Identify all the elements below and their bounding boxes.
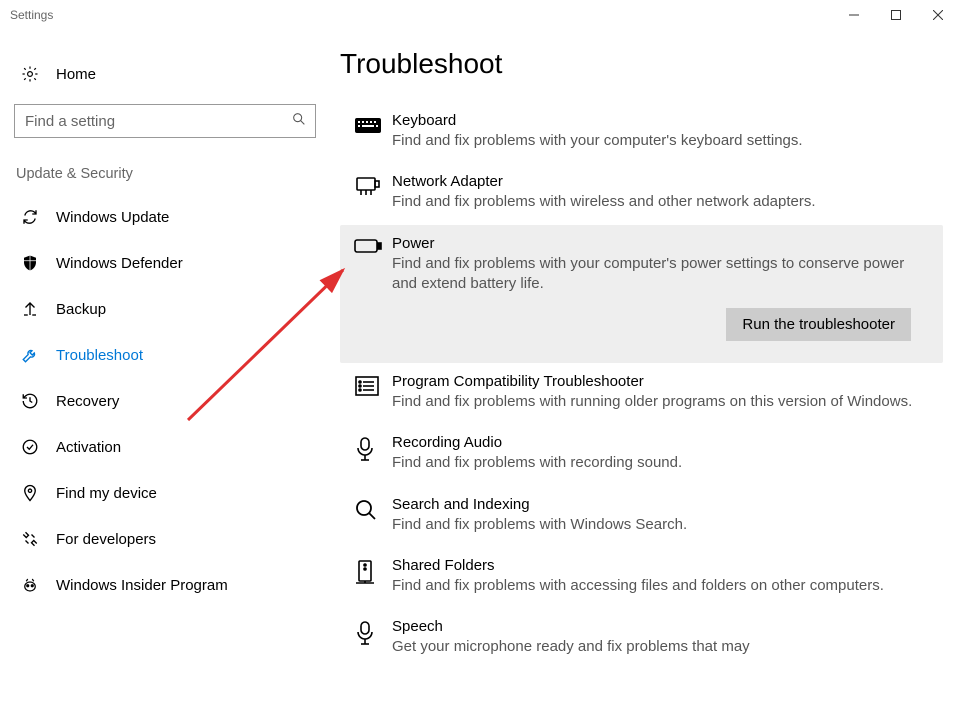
item-desc: Find and fix problems with Windows Searc…: [392, 515, 929, 535]
check-circle-icon: [20, 438, 40, 456]
home-button[interactable]: Home: [14, 52, 316, 96]
server-icon: [354, 557, 392, 587]
backup-icon: [20, 300, 40, 318]
sidebar: Home Update & Security Windows Update Wi…: [0, 30, 330, 719]
sidebar-item-label: Recovery: [56, 393, 119, 410]
troubleshoot-item-power[interactable]: Power Find and fix problems with your co…: [340, 225, 943, 364]
sidebar-item-activation[interactable]: Activation: [14, 424, 316, 470]
item-title: Network Adapter: [392, 173, 929, 190]
microphone-icon: [354, 434, 392, 464]
content-pane: Troubleshoot Keyboard Find and fix probl…: [330, 30, 963, 719]
maximize-button[interactable]: [875, 1, 917, 29]
maximize-icon: [891, 10, 901, 20]
item-desc: Find and fix problems with recording sou…: [392, 453, 929, 473]
sync-icon: [20, 208, 40, 226]
item-title: Power: [392, 235, 929, 252]
sidebar-item-windows-update[interactable]: Windows Update: [14, 194, 316, 240]
keyboard-icon: [354, 112, 392, 142]
item-desc: Find and fix problems with your computer…: [392, 131, 929, 151]
page-title: Troubleshoot: [340, 48, 943, 80]
sidebar-item-find-my-device[interactable]: Find my device: [14, 470, 316, 516]
troubleshoot-item-network-adapter[interactable]: Network Adapter Find and fix problems wi…: [340, 163, 943, 224]
nav-category: Update & Security: [14, 166, 316, 182]
item-desc: Find and fix problems with accessing fil…: [392, 576, 929, 596]
sidebar-item-recovery[interactable]: Recovery: [14, 378, 316, 424]
sidebar-item-label: Windows Insider Program: [56, 577, 228, 594]
window-title: Settings: [10, 8, 53, 22]
sidebar-item-label: For developers: [56, 531, 156, 548]
troubleshoot-item-speech[interactable]: Speech Get your microphone ready and fix…: [340, 608, 943, 669]
troubleshoot-item-shared-folders[interactable]: Shared Folders Find and fix problems wit…: [340, 547, 943, 608]
sidebar-item-label: Backup: [56, 301, 106, 318]
minimize-button[interactable]: [833, 1, 875, 29]
troubleshoot-item-recording-audio[interactable]: Recording Audio Find and fix problems wi…: [340, 424, 943, 485]
list-icon: [354, 373, 392, 403]
window-titlebar: Settings: [0, 0, 963, 30]
minimize-icon: [849, 10, 859, 20]
gear-icon: [20, 65, 40, 83]
battery-icon: [354, 235, 392, 265]
troubleshoot-item-keyboard[interactable]: Keyboard Find and fix problems with your…: [340, 102, 943, 163]
sidebar-item-label: Activation: [56, 439, 121, 456]
item-title: Program Compatibility Troubleshooter: [392, 373, 929, 390]
item-desc: Get your microphone ready and fix proble…: [392, 637, 929, 657]
troubleshoot-item-program-compatibility[interactable]: Program Compatibility Troubleshooter Fin…: [340, 363, 943, 424]
sidebar-item-windows-insider[interactable]: Windows Insider Program: [14, 562, 316, 608]
item-title: Keyboard: [392, 112, 929, 129]
sidebar-item-backup[interactable]: Backup: [14, 286, 316, 332]
magnifier-icon: [354, 496, 392, 526]
location-icon: [20, 484, 40, 502]
history-icon: [20, 392, 40, 410]
search-input[interactable]: [25, 113, 291, 130]
close-button[interactable]: [917, 1, 959, 29]
sidebar-item-label: Troubleshoot: [56, 347, 143, 364]
sidebar-item-for-developers[interactable]: For developers: [14, 516, 316, 562]
item-desc: Find and fix problems with running older…: [392, 392, 929, 412]
run-troubleshooter-button[interactable]: Run the troubleshooter: [726, 308, 911, 341]
troubleshoot-item-search-indexing[interactable]: Search and Indexing Find and fix problem…: [340, 486, 943, 547]
sidebar-item-troubleshoot[interactable]: Troubleshoot: [14, 332, 316, 378]
item-title: Search and Indexing: [392, 496, 929, 513]
item-desc: Find and fix problems with your computer…: [392, 254, 929, 295]
item-title: Speech: [392, 618, 929, 635]
shield-icon: [20, 254, 40, 272]
item-title: Shared Folders: [392, 557, 929, 574]
microphone-icon: [354, 618, 392, 648]
item-desc: Find and fix problems with wireless and …: [392, 192, 929, 212]
wrench-icon: [20, 346, 40, 364]
item-title: Recording Audio: [392, 434, 929, 451]
sidebar-item-label: Windows Defender: [56, 255, 183, 272]
network-adapter-icon: [354, 173, 392, 203]
close-icon: [933, 10, 943, 20]
home-label: Home: [56, 66, 96, 83]
tools-icon: [20, 530, 40, 548]
sidebar-item-label: Windows Update: [56, 209, 169, 226]
search-box[interactable]: [14, 104, 316, 138]
insider-icon: [20, 576, 40, 594]
search-icon: [291, 111, 307, 131]
sidebar-item-windows-defender[interactable]: Windows Defender: [14, 240, 316, 286]
sidebar-item-label: Find my device: [56, 485, 157, 502]
